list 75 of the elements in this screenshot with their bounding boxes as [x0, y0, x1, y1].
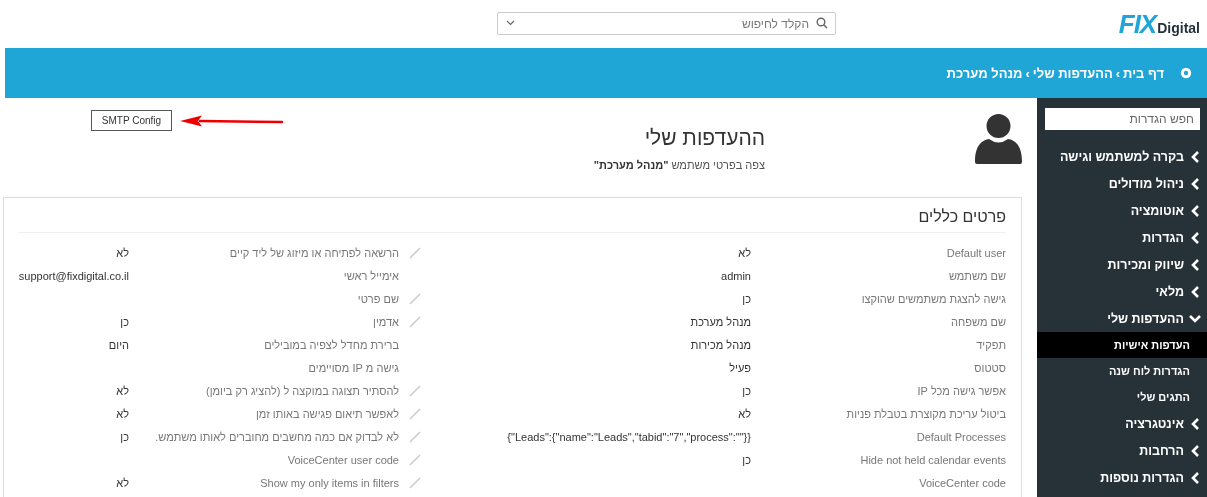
field-value: כן	[742, 384, 751, 397]
field-label: ברירת מחדל לצפיה במובילים	[263, 338, 399, 351]
user-avatar-icon	[975, 114, 1022, 164]
chevron-left-icon	[1190, 150, 1200, 163]
field-label: שם פרטי	[356, 292, 399, 305]
sidebar-item[interactable]: שיווק ומכירות	[1037, 251, 1207, 278]
sidebar-item[interactable]: אינטגרציה	[1037, 410, 1207, 437]
breadcrumb-separator: ›	[1025, 65, 1030, 81]
field-label: גישה מ IP מסויימים	[307, 361, 399, 374]
field-label: תפקיד	[975, 338, 1006, 351]
sidebar-subitem[interactable]: העדפות אישיות	[1037, 332, 1207, 358]
field-label: לאפשר תיאום פגישה באותו זמן	[254, 407, 399, 420]
sidebar-item[interactable]: הגדרות	[1037, 224, 1207, 251]
field-label: גישה להצגת משתמשים שהוקצו	[860, 292, 1006, 305]
field-label: שם משפחה	[950, 315, 1006, 328]
field-value: admin	[721, 269, 751, 282]
field-value: לא	[116, 246, 129, 259]
search-icon	[816, 17, 828, 29]
field-value: לא	[738, 246, 751, 259]
field-label: ביטול עריכת מקוצרת בטבלת פניות	[845, 407, 1006, 420]
page-title: ההעדפות שלי	[643, 126, 765, 150]
field-value: {Leads":{"name":"Leads","tabid":"7","process":""}"}	[507, 430, 751, 443]
search-combobox[interactable]: הקלד לחיפוש	[497, 12, 836, 35]
sidebar-item[interactable]: מלאי	[1037, 278, 1207, 305]
chevron-left-icon	[1190, 285, 1200, 298]
chevron-down-icon	[1189, 314, 1201, 323]
chevron-left-icon	[1190, 417, 1200, 430]
field-label: להסתיר תצוגה במוקצה ל (להציג רק ביומן)	[205, 384, 399, 397]
field-value: כן	[742, 292, 751, 305]
chevron-left-icon	[1190, 471, 1200, 484]
field-label: אפשר גישה מכל IP	[916, 384, 1006, 397]
breadcrumb-separator: ›	[1115, 65, 1121, 81]
settings-search-field[interactable]: חפש הגדרות	[1045, 108, 1200, 130]
field-label: אדמין	[372, 315, 399, 328]
field-value: לא	[116, 476, 129, 489]
field-value: מנהל מכירות	[690, 338, 751, 351]
field-label: סטטוס	[973, 361, 1006, 374]
field-label: הרשאה לפתיחה או מיזוג של ליד קיים	[228, 246, 399, 259]
field-label: Default user	[945, 246, 1006, 259]
section-title: פרטים כללים	[18, 198, 1006, 233]
field-label: VoiceCenter user code	[286, 453, 399, 466]
field-label: Default Processes	[915, 430, 1006, 443]
caret-down-icon	[506, 20, 515, 26]
field-value: לא	[116, 384, 129, 397]
field-label: Hide not held calendar events	[859, 453, 1006, 466]
sidebar-item[interactable]: בקרה למשתמש וגישה	[1037, 143, 1207, 170]
chevron-left-icon	[1190, 177, 1200, 190]
sidebar-subitem[interactable]: הגדרות לוח שנה	[1037, 358, 1207, 384]
sidebar-item[interactable]: אוטומציה	[1037, 197, 1207, 224]
field-value: לא	[738, 407, 751, 420]
field-value: כן	[742, 453, 751, 466]
field-label: אימייל ראשי	[342, 269, 399, 282]
sidebar-item[interactable]: הגדרות נוספות	[1037, 464, 1207, 491]
sidebar-item[interactable]: הרחבות	[1037, 437, 1207, 464]
page-subtitle: צפה בפרטי משתמש "מנהל מערכת"	[593, 159, 765, 171]
smtp-config-button[interactable]: SMTP Config	[90, 110, 173, 131]
field-value: פעיל	[729, 361, 751, 374]
sidebar-item[interactable]: ניהול מודולים	[1037, 170, 1207, 197]
chevron-left-icon	[1190, 444, 1200, 457]
field-value: כן	[120, 430, 129, 443]
field-label: VoiceCenter code	[918, 476, 1006, 489]
sidebar-subitem[interactable]: התגים שלי	[1037, 384, 1207, 410]
field-label: שם משתמש	[947, 269, 1006, 282]
field-label: Show my only items in filters	[259, 476, 399, 489]
field-value: support@fixdigital.co.il	[18, 269, 129, 282]
sidebar-item[interactable]: ההעדפות שלי	[1037, 305, 1207, 332]
field-label: לא לבדוק אם כמה מחשבים מחוברים לאותו משתמש.	[154, 430, 399, 443]
chevron-left-icon	[1190, 258, 1200, 271]
chevron-left-icon	[1190, 231, 1200, 244]
field-value: לא	[116, 407, 129, 420]
chevron-left-icon	[1190, 204, 1200, 217]
field-value: היום	[108, 338, 129, 351]
logo[interactable]: FIXDigital	[1118, 11, 1200, 37]
field-value: כן	[120, 315, 129, 328]
field-value: מנהל מערכת	[690, 315, 751, 328]
